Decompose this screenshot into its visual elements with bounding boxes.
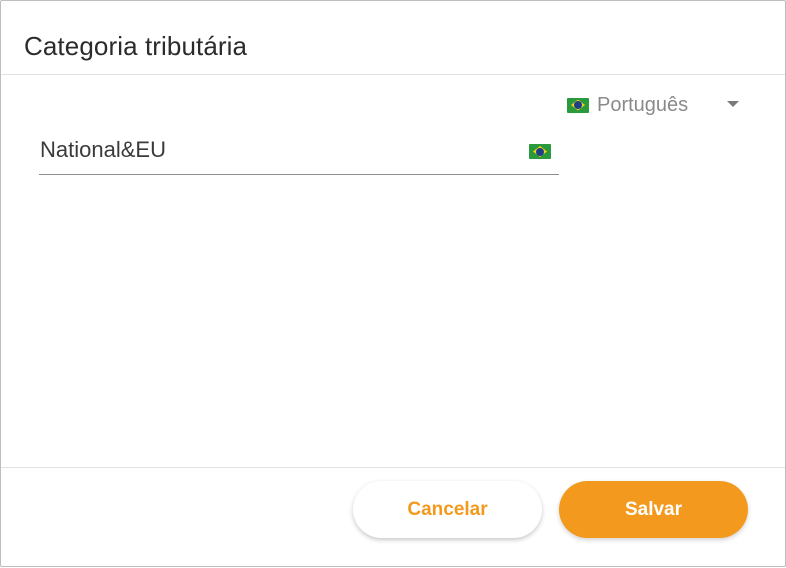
dialog-header: Categoria tributária — [1, 1, 785, 75]
language-select[interactable]: Português — [567, 91, 747, 119]
brazil-flag-icon — [529, 144, 551, 159]
tax-category-dialog: Categoria tributária Português National&… — [0, 0, 786, 567]
dialog-title: Categoria tributária — [24, 31, 248, 61]
caret-down-icon — [727, 101, 739, 107]
tax-category-name-field[interactable]: National&EU — [39, 133, 559, 175]
brazil-flag-icon — [567, 97, 589, 113]
tax-category-name-value[interactable]: National&EU — [40, 137, 166, 163]
cancel-button[interactable]: Cancelar — [353, 481, 542, 538]
language-select-label: Português — [597, 93, 689, 116]
save-button[interactable]: Salvar — [559, 481, 748, 538]
